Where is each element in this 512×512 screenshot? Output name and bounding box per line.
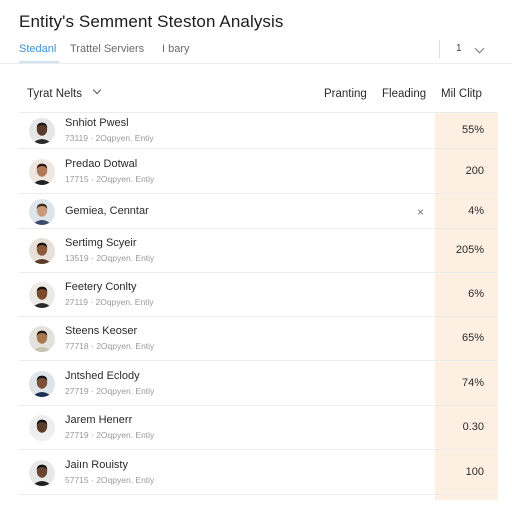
avatar	[29, 159, 55, 185]
avatar	[29, 371, 55, 397]
entity-name: Jarem Henerr	[65, 414, 133, 426]
metric-value: 0.30	[462, 421, 484, 433]
avatar	[29, 282, 55, 308]
metric-value: 200	[465, 165, 484, 177]
entity-name: Snhiot Pwesl	[65, 117, 129, 129]
avatar	[29, 326, 55, 352]
table-row[interactable]: Sertimg Scyeir 13519 · 2Oqpyen. Entiy 205%	[19, 229, 498, 273]
entity-meta: 13519 · 2Oqpyen. Entiy	[65, 253, 155, 263]
table-row[interactable]: Jaiın Rouisty 57715 · 2Oqpyen. Entiy 100	[19, 450, 498, 495]
avatar	[29, 238, 55, 264]
entity-name: Sertimg Scyeir	[65, 237, 137, 249]
tab-bar: Stedanl Trattel Serviers I bary 1	[0, 36, 512, 64]
metric-value: 6%	[468, 288, 484, 300]
table-row[interactable]: Feetery Conlty 27119 · 2Oqpyen. Entiy 6%	[19, 273, 498, 317]
column-header-pranting[interactable]: Pranting	[324, 88, 367, 100]
page-selector-value[interactable]: 1	[456, 43, 462, 54]
metric-value: 4%	[468, 205, 484, 217]
entity-meta: 27119 · 2Oqpyen. Entiy	[65, 297, 154, 307]
metric-value: 65%	[461, 332, 484, 344]
table-row[interactable]: Jntshed Eclody 27719 · 2Oqpyen. Entiy 74%	[19, 361, 498, 406]
tab-stedanl[interactable]: Stedanl	[19, 43, 56, 55]
chevron-down-icon[interactable]	[474, 43, 485, 54]
metric-value: 205%	[455, 244, 484, 256]
entity-meta: 57715 · 2Oqpyen. Entiy	[65, 475, 155, 485]
entity-meta: 27719 · 2Oqpyen. Entiy	[65, 386, 155, 396]
table-row[interactable]: Snhiot Pwesl 73119 · 2Oqpyen. Entiy 55%	[19, 113, 498, 149]
metric-value: 100	[465, 466, 484, 478]
chevron-down-icon[interactable]	[92, 85, 102, 95]
entity-name: Jaiın Rouisty	[65, 459, 128, 471]
entity-table: Snhiot Pwesl 73119 · 2Oqpyen. Entiy 55% Pre…	[19, 112, 498, 495]
close-icon[interactable]: ×	[417, 205, 424, 219]
avatar	[29, 460, 55, 486]
toolbar-separator	[439, 40, 440, 58]
table-row[interactable]: Predao Dotwal 17715 · 2Oqpyen. Entiy 200	[19, 149, 498, 194]
page-title: Entity's Semment Steston Analysis	[19, 12, 284, 31]
tab-trattel-serviers[interactable]: Trattel Serviers	[70, 43, 144, 55]
avatar	[29, 199, 55, 225]
avatar	[29, 118, 55, 144]
tab-ibary[interactable]: I bary	[162, 43, 190, 55]
metric-value: 74%	[461, 377, 484, 389]
column-header-mil-clitp[interactable]: Mil Clitp	[441, 88, 482, 100]
entity-meta: 17715 · 2Oqpyen. Entiy	[65, 174, 155, 184]
entity-name: Steens Keoser	[65, 325, 138, 337]
entity-name: Jntshed Eclody	[65, 370, 140, 382]
column-header-fleading[interactable]: Fleading	[382, 88, 426, 100]
metric-value: 55%	[461, 124, 484, 136]
filter-dropdown-label[interactable]: Tyrat Nelts	[27, 88, 82, 100]
avatar	[29, 415, 55, 441]
table-row[interactable]: Jarem Henerr 27719 · 2Oqpyen. Entiy 0.30	[19, 406, 498, 450]
entity-meta: 73119 · 2Oqpyen. Entiy	[65, 133, 154, 143]
entity-meta: 27719 · 2Oqpyen. Entiy	[65, 430, 155, 440]
entity-name: Predao Dotwal	[65, 158, 138, 170]
table-header: Tyrat Nelts Pranting Fleading Mil Clitp	[0, 78, 512, 108]
tab-divider	[0, 63, 512, 64]
entity-name: Feetery Conlty	[65, 281, 137, 293]
entity-meta: 77718 · 2Oqpyen. Entiy	[65, 341, 155, 351]
entity-name: Gemiea, Cenntar	[65, 205, 149, 217]
table-row[interactable]: Gemiea, Cenntar × 4%	[19, 194, 498, 229]
table-row[interactable]: Steens Keoser 77718 · 2Oqpyen. Entiy 65%	[19, 317, 498, 361]
